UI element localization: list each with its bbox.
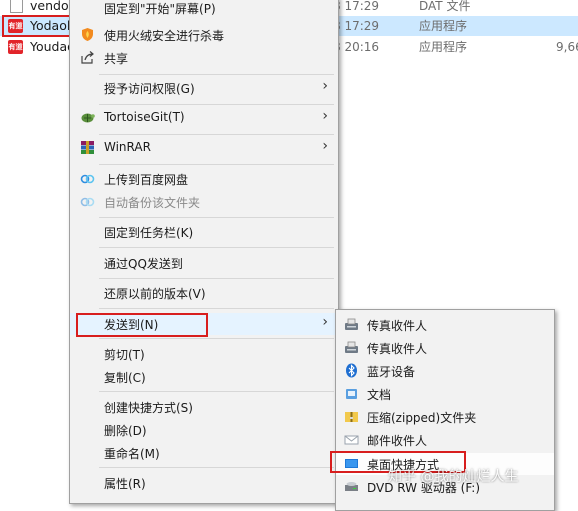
watermark: 知乎 @我的灿烂人生 xyxy=(388,469,519,485)
menu-separator xyxy=(99,164,334,165)
submenu-item-bluetooth[interactable]: 蓝牙设备 xyxy=(336,360,554,382)
submenu-item-label: 文档 xyxy=(367,388,392,402)
menu-separator xyxy=(99,134,334,135)
menu-item-label: 自动备份该文件夹 xyxy=(104,196,201,210)
submenu-item-zip-folder[interactable]: 压缩(zipped)文件夹 xyxy=(336,406,554,428)
submenu-item-label: 邮件收件人 xyxy=(367,434,428,448)
menu-item-pin-start[interactable]: 固定到"开始"屏幕(P) xyxy=(70,0,338,19)
menu-item-label: 通过QQ发送到 xyxy=(104,257,183,271)
menu-item-label: 复制(C) xyxy=(104,371,146,385)
menu-item-tortoisegit[interactable]: TortoiseGit(T) › xyxy=(70,107,338,129)
winrar-icon xyxy=(80,140,95,155)
menu-item-label: WinRAR xyxy=(104,140,151,154)
menu-item-label: 属性(R) xyxy=(104,477,146,491)
menu-separator xyxy=(99,104,334,105)
menu-item-restore-versions[interactable]: 还原以前的版本(V) xyxy=(70,282,338,304)
submenu-item-label: 压缩(zipped)文件夹 xyxy=(367,411,477,425)
submenu-item-mail[interactable]: 邮件收件人 xyxy=(336,429,554,451)
chevron-right-icon: › xyxy=(322,78,328,94)
menu-item-label: 共享 xyxy=(104,52,129,66)
zip-folder-icon xyxy=(344,409,359,424)
bluetooth-icon xyxy=(344,363,359,378)
file-date: 8 20:16 xyxy=(333,40,380,54)
chevron-right-icon: › xyxy=(322,108,328,124)
menu-item-label: 使用火绒安全进行杀毒 xyxy=(104,29,225,43)
menu-item-label: 固定到"开始"屏幕(P) xyxy=(104,2,216,16)
submenu-item-label: 传真收件人 xyxy=(367,342,428,356)
menu-separator xyxy=(99,391,334,392)
menu-separator xyxy=(99,338,334,339)
file-date: 8 17:29 xyxy=(333,0,380,13)
menu-item-label: 剪切(T) xyxy=(104,348,145,362)
mail-icon xyxy=(344,432,359,447)
menu-item-label: TortoiseGit(T) xyxy=(104,110,185,124)
menu-separator xyxy=(99,247,334,248)
menu-separator xyxy=(99,217,334,218)
menu-separator xyxy=(99,467,334,468)
file-size: 9,66 xyxy=(556,40,578,54)
menu-item-label: 授予访问权限(G) xyxy=(104,82,195,96)
file-type: 应用程序 xyxy=(419,19,468,33)
menu-item-label: 上传到百度网盘 xyxy=(104,173,189,187)
menu-item-label: 重命名(M) xyxy=(104,447,160,461)
huorong-shield-icon xyxy=(80,27,95,42)
file-name: vendor xyxy=(30,0,74,13)
menu-separator xyxy=(99,74,334,75)
menu-item-huorong-scan[interactable]: 使用火绒安全进行杀毒 xyxy=(70,24,338,46)
file-type: 应用程序 xyxy=(419,40,468,54)
chevron-right-icon: › xyxy=(322,138,328,154)
menu-item-grant-access[interactable]: 授予访问权限(G) › xyxy=(70,77,338,99)
fax-icon xyxy=(344,340,359,355)
menu-item-copy[interactable]: 复制(C) xyxy=(70,366,338,388)
menu-item-label: 固定到任务栏(K) xyxy=(104,226,194,240)
dat-file-icon xyxy=(10,0,23,13)
menu-item-winrar[interactable]: WinRAR › xyxy=(70,137,338,159)
youdao-app-icon: 有道 xyxy=(8,40,23,54)
file-type: DAT 文件 xyxy=(419,0,471,13)
menu-item-create-shortcut[interactable]: 创建快捷方式(S) xyxy=(70,396,338,418)
menu-item-auto-backup[interactable]: 自动备份该文件夹 xyxy=(70,191,338,213)
menu-item-pin-taskbar[interactable]: 固定到任务栏(K) xyxy=(70,221,338,243)
menu-item-share[interactable]: 共享 xyxy=(70,47,338,69)
submenu-item-fax-2[interactable]: 传真收件人 xyxy=(336,337,554,359)
submenu-item-label: 传真收件人 xyxy=(367,319,428,333)
highlight-box-send-to xyxy=(76,313,208,337)
submenu-item-fax-1[interactable]: 传真收件人 xyxy=(336,314,554,336)
menu-item-send-qq[interactable]: 通过QQ发送到 xyxy=(70,252,338,274)
menu-item-properties[interactable]: 属性(R) xyxy=(70,472,338,494)
menu-item-label: 删除(D) xyxy=(104,424,147,438)
baidu-netdisk-icon xyxy=(80,194,95,209)
dvd-drive-icon xyxy=(344,479,359,494)
menu-item-upload-baidu[interactable]: 上传到百度网盘 xyxy=(70,168,338,190)
tortoisegit-icon xyxy=(80,110,95,125)
menu-separator xyxy=(99,278,334,279)
context-menu: 固定到"开始"屏幕(P) 使用火绒安全进行杀毒 共享 授予访问权限(G) › T… xyxy=(69,0,339,504)
chevron-right-icon: › xyxy=(322,314,328,330)
menu-item-label: 创建快捷方式(S) xyxy=(104,401,193,415)
menu-item-cut[interactable]: 剪切(T) xyxy=(70,343,338,365)
file-date: 8 17:29 xyxy=(333,19,380,33)
menu-item-label: 还原以前的版本(V) xyxy=(104,287,206,301)
menu-separator xyxy=(99,308,334,309)
menu-item-delete[interactable]: 删除(D) xyxy=(70,419,338,441)
baidu-netdisk-icon xyxy=(80,171,95,186)
share-icon xyxy=(80,50,95,65)
fax-icon xyxy=(344,317,359,332)
submenu-item-documents[interactable]: 文档 xyxy=(336,383,554,405)
documents-icon xyxy=(344,386,359,401)
menu-item-rename[interactable]: 重命名(M) xyxy=(70,442,338,464)
submenu-item-label: 蓝牙设备 xyxy=(367,365,416,379)
